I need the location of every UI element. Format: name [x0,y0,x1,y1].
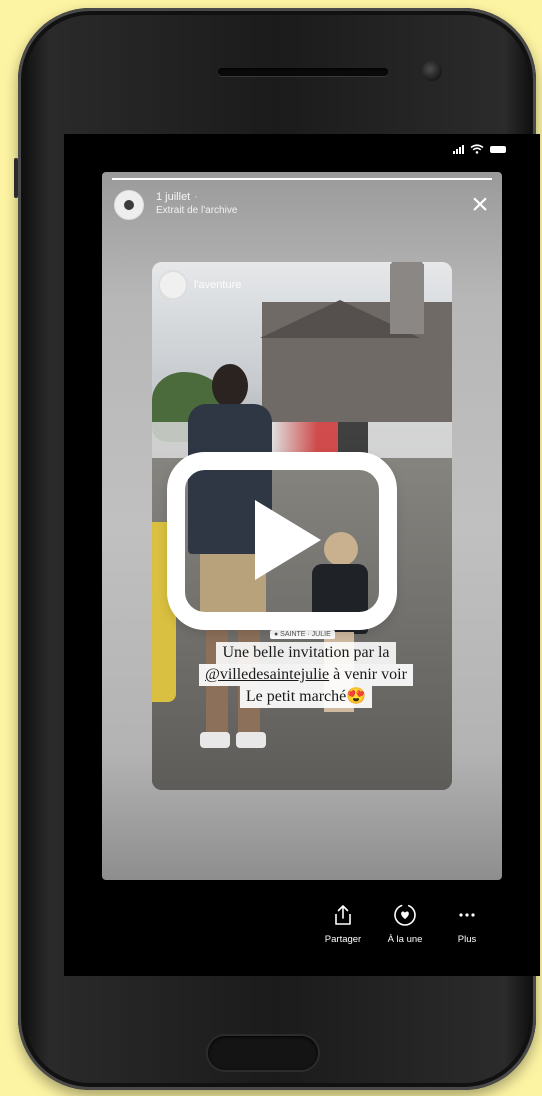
wifi-icon [470,144,484,154]
home-button[interactable] [208,1036,318,1070]
story-progress-fill [112,178,492,180]
side-button [14,158,18,198]
story-progress-bar [112,178,492,180]
more-button[interactable]: Plus [436,902,498,945]
earpiece-speaker [218,68,388,76]
caption-line-3: Le petit marché😍 [239,686,373,708]
front-camera [422,61,442,81]
caption-line-2-rest: à venir voir [329,666,407,683]
share-icon [330,902,356,928]
battery-icon [490,145,506,153]
signal-icon [453,144,464,154]
close-icon[interactable]: × [468,190,492,220]
more-icon [454,902,480,928]
page: { "story": { "date": "1 juillet", "time"… [0,0,542,1096]
account-tag: l'aventure [158,270,241,300]
story-time: · [194,191,198,203]
highlight-button[interactable]: À la une [374,902,436,945]
story-caption: Une belle invitation par la @villedesain… [176,642,436,708]
caption-line-1: Une belle invitation par la [216,642,396,664]
play-icon [255,500,321,580]
share-label: Partager [324,934,362,945]
highlight-heart-icon [392,902,418,928]
location-sticker: ● SAINTE · JULIE [270,630,335,639]
play-button[interactable] [167,452,397,630]
highlight-label: À la une [387,934,423,945]
status-bar [453,144,506,154]
caption-line-2: @villedesaintejulie à venir voir [199,664,413,686]
story-date-text: 1 juillet [156,191,191,203]
share-button[interactable]: Partager [312,902,374,945]
story-date: 1 juillet · [156,191,198,203]
story-archive-label: Extrait de l'archive [156,205,238,216]
more-label: Plus [457,934,477,945]
story-avatar[interactable] [114,190,144,220]
story-actions: Partager À la une Plus [312,902,498,945]
account-tag-avatar [158,270,188,300]
account-tag-name: l'aventure [194,279,242,291]
caption-mention[interactable]: @villedesaintejulie [205,666,329,683]
